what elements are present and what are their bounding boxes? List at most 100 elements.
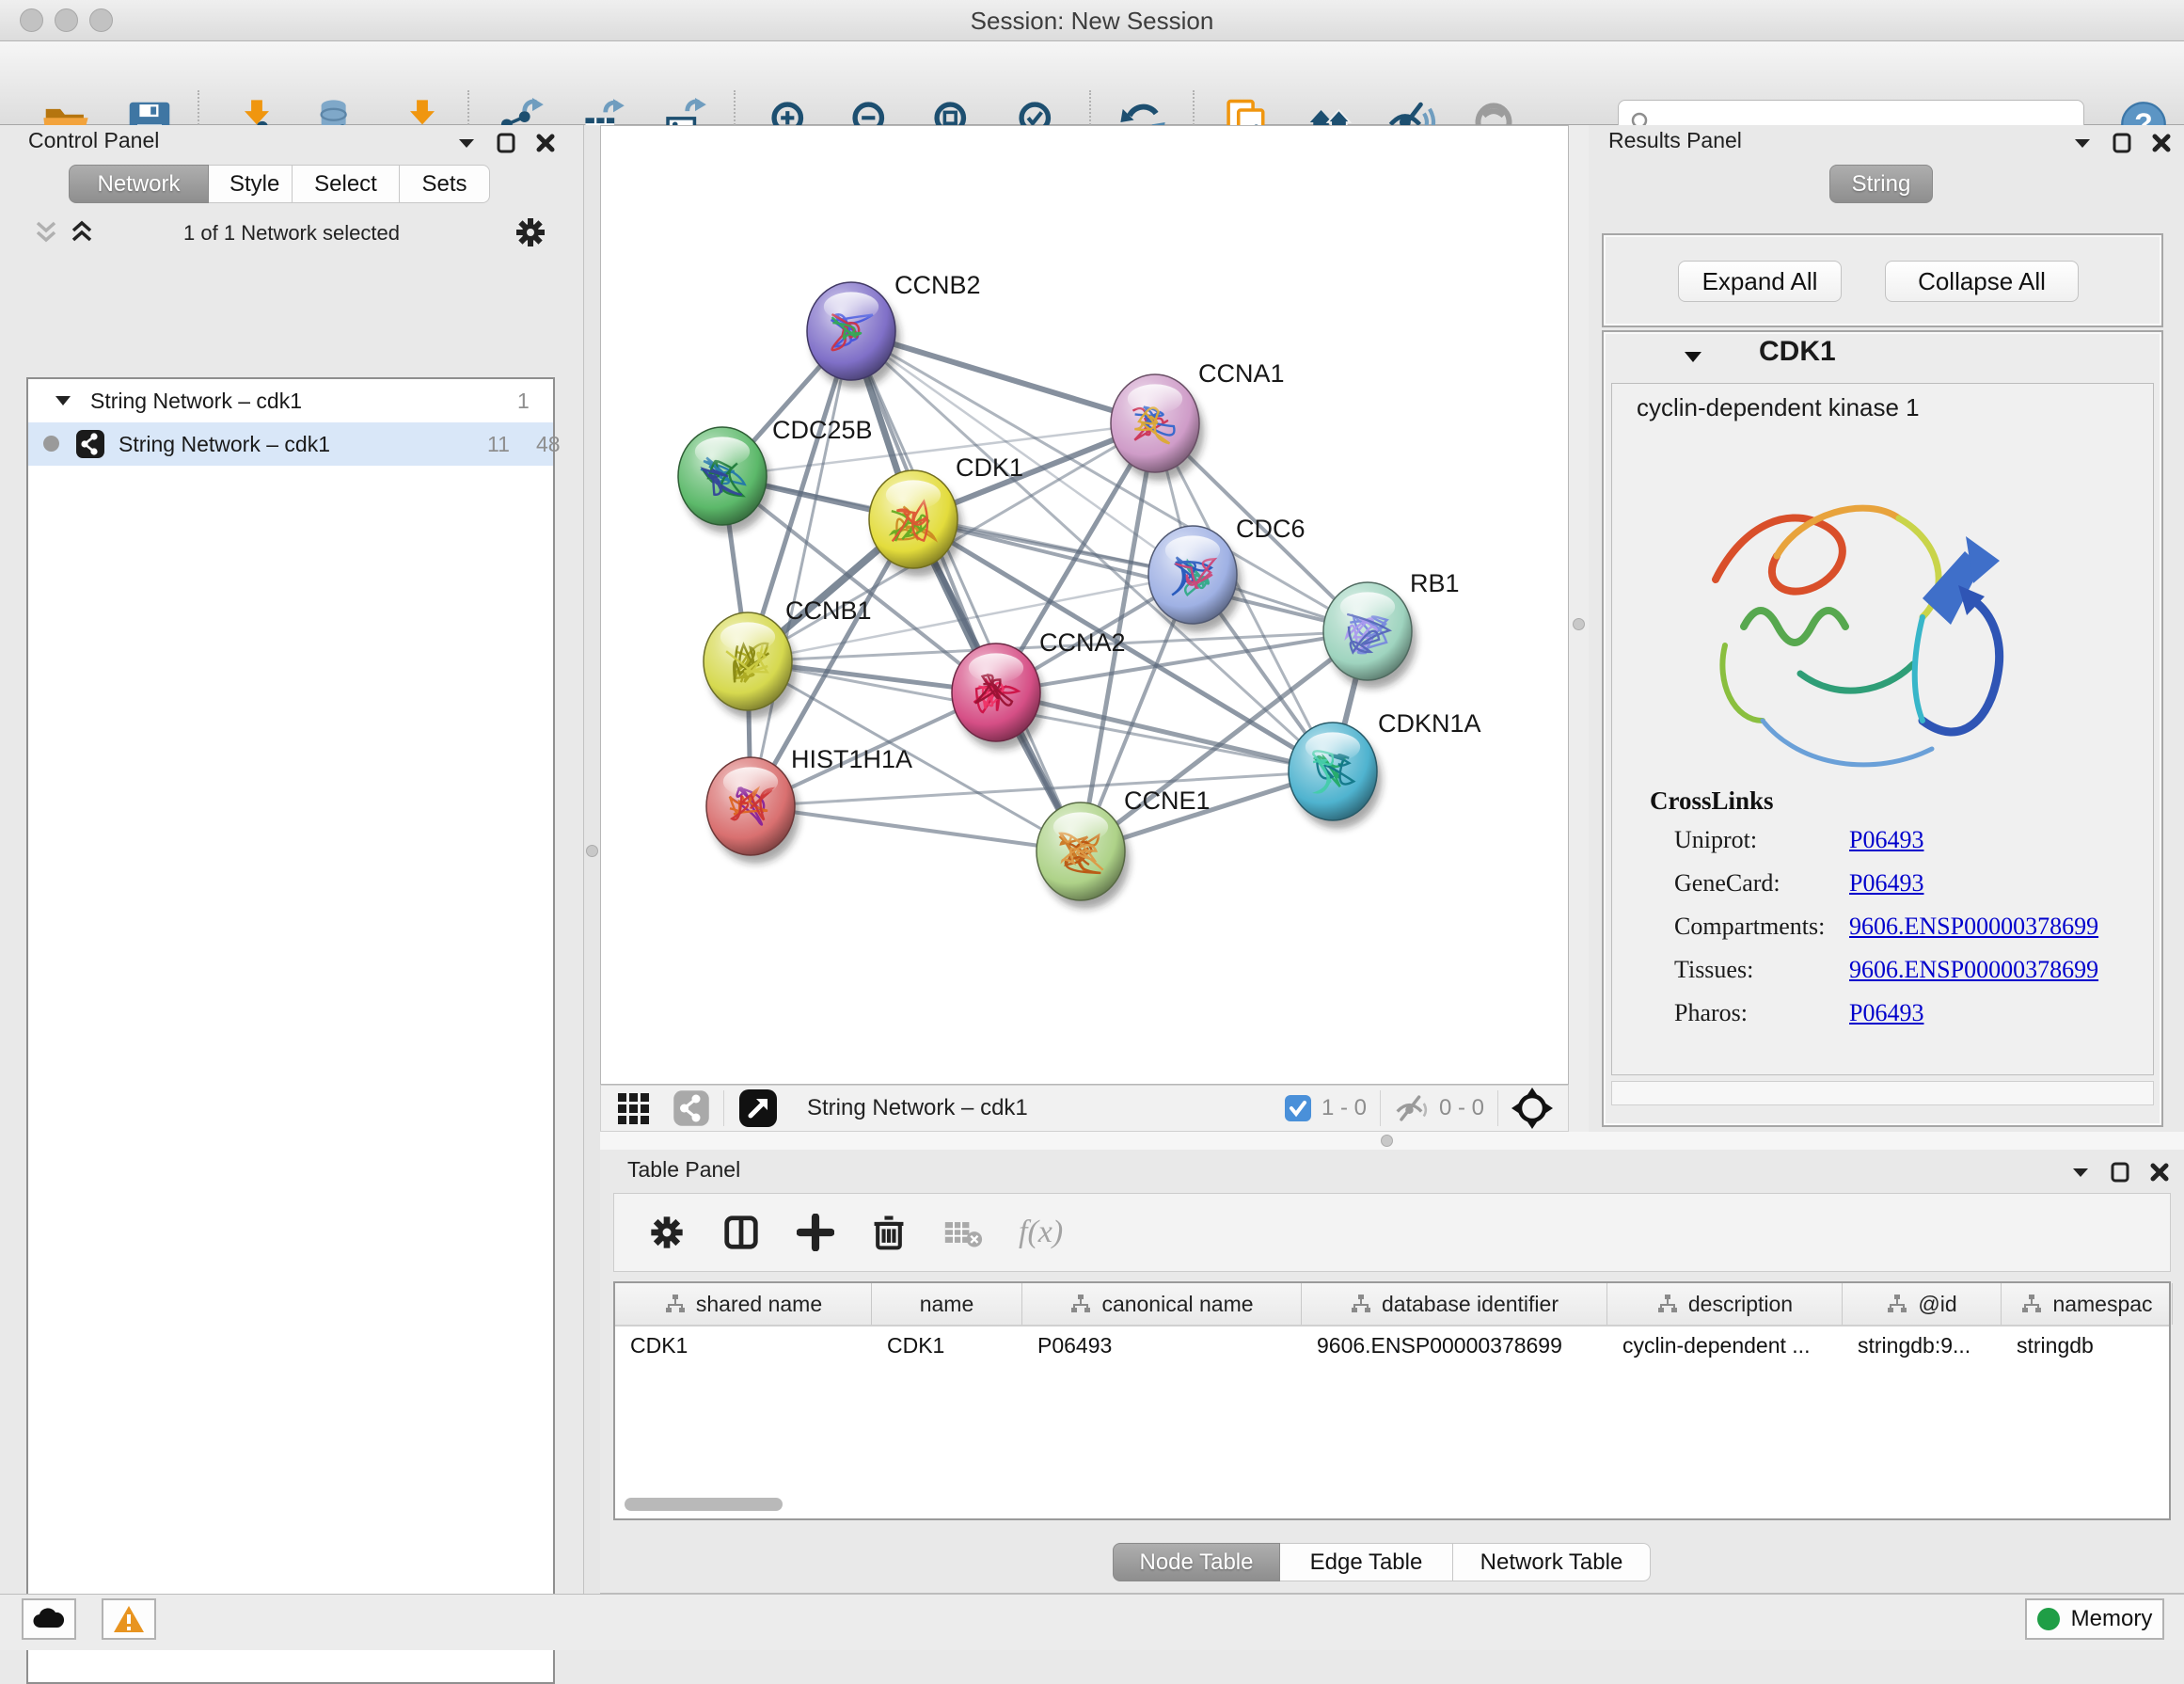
- splitter-handle[interactable]: [1573, 618, 1585, 630]
- tab-string[interactable]: String: [1829, 165, 1933, 203]
- fit-selected-crosshair-icon[interactable]: [1511, 1088, 1553, 1129]
- expand-all-button[interactable]: Expand All: [1678, 261, 1842, 302]
- network-graph[interactable]: CCNB2CCNA1CDC25BCDK1CDC6RB1CCNB1CCNA2CDK…: [601, 126, 1568, 1084]
- crosslink-value-link[interactable]: 9606.ENSP00000378699: [1849, 956, 2098, 984]
- vertical-splitter[interactable]: [584, 125, 600, 1594]
- collapse-all-button[interactable]: Collapse All: [1885, 261, 2079, 302]
- panel-close-icon[interactable]: [2152, 134, 2171, 152]
- network-share-icon[interactable]: [673, 1089, 710, 1127]
- column-header-name[interactable]: name: [872, 1283, 1022, 1325]
- tab-select[interactable]: Select: [293, 165, 400, 203]
- panel-close-icon[interactable]: [2150, 1163, 2169, 1182]
- tab-sets[interactable]: Sets: [400, 165, 490, 203]
- column-header-label: namespac: [2052, 1292, 2152, 1317]
- add-column-icon[interactable]: [797, 1214, 834, 1251]
- panel-float-icon[interactable]: [2111, 1162, 2129, 1183]
- column-header-label: database identifier: [1382, 1292, 1559, 1317]
- column-header-database-identifier[interactable]: database identifier: [1302, 1283, 1607, 1325]
- crosslink-value-link[interactable]: P06493: [1849, 999, 1923, 1027]
- show-columns-icon[interactable]: [721, 1213, 761, 1252]
- expand-all-networks-icon[interactable]: [70, 219, 94, 246]
- table-panel: Table Panel: [600, 1150, 2184, 1594]
- column-type-icon: [2020, 1293, 2043, 1315]
- panel-menu-icon[interactable]: [2073, 136, 2092, 150]
- crosslink-value-link[interactable]: P06493: [1849, 826, 1923, 854]
- section-collapse-icon[interactable]: [1683, 349, 1703, 364]
- panel-menu-icon[interactable]: [457, 136, 476, 150]
- table-cell[interactable]: CDK1: [872, 1327, 1022, 1364]
- network-node-CCNB2[interactable]: [807, 282, 900, 389]
- column-header-canonical-name[interactable]: canonical name: [1022, 1283, 1302, 1325]
- crosslink-label: Pharos:: [1674, 999, 1748, 1027]
- title-bar: Session: New Session: [0, 0, 2184, 41]
- column-header--id[interactable]: @id: [1843, 1283, 2002, 1325]
- table-cell[interactable]: CDK1: [615, 1327, 872, 1364]
- collapse-all-networks-icon[interactable]: [34, 219, 58, 246]
- scrollbar-thumb[interactable]: [625, 1498, 783, 1511]
- tab-node-table[interactable]: Node Table: [1113, 1543, 1280, 1581]
- network-edges: [722, 331, 1368, 851]
- splitter-handle[interactable]: [586, 845, 598, 857]
- warnings-button[interactable]: [102, 1598, 156, 1640]
- network-edge-HIST1H1A-CCNE1[interactable]: [751, 806, 1081, 851]
- memory-button[interactable]: Memory: [2025, 1598, 2164, 1640]
- cytoscape-window: { "window": { "title": "Session: New Ses…: [0, 0, 2184, 1650]
- birdseye-view-icon[interactable]: [737, 1088, 779, 1129]
- crosslink-row: Tissues:9606.ENSP00000378699: [1612, 956, 2155, 999]
- vertical-splitter-right[interactable]: [1569, 125, 1589, 1132]
- network-collection-row[interactable]: String Network – cdk1 1: [28, 379, 553, 422]
- crosslink-value-link[interactable]: P06493: [1849, 869, 1923, 898]
- table-cell[interactable]: cyclin-dependent ...: [1607, 1327, 1843, 1364]
- horizontal-splitter[interactable]: [600, 1132, 2184, 1150]
- network-node-CCNA1[interactable]: [1111, 374, 1204, 481]
- crosslink-row: GeneCard:P06493: [1612, 869, 2155, 913]
- horizontal-scrollbar[interactable]: [621, 1496, 2163, 1513]
- network-edge-CCNB2-HIST1H1A[interactable]: [751, 331, 851, 806]
- panel-menu-icon[interactable]: [2071, 1166, 2090, 1179]
- network-options-gear-icon[interactable]: [514, 215, 547, 249]
- panel-close-icon[interactable]: [536, 134, 555, 152]
- panel-float-icon[interactable]: [2113, 133, 2131, 153]
- network-list: String Network – cdk1 1 String Network –…: [26, 377, 555, 1684]
- statusbar-separator: [723, 1090, 724, 1126]
- table-cell[interactable]: P06493: [1022, 1327, 1302, 1364]
- tab-network-table[interactable]: Network Table: [1453, 1543, 1651, 1581]
- panel-float-icon[interactable]: [497, 133, 515, 153]
- network-edge-CCNB2-CCNE1[interactable]: [851, 331, 1081, 851]
- delete-column-icon[interactable]: [870, 1214, 908, 1251]
- network-node-CDC25B[interactable]: [678, 427, 771, 533]
- network-row-selected[interactable]: String Network – cdk1 11 48: [28, 422, 553, 466]
- network-node-CDKN1A[interactable]: [1289, 723, 1382, 829]
- crosslink-value-link[interactable]: 9606.ENSP00000378699: [1849, 913, 2098, 941]
- network-view-title: String Network – cdk1: [807, 1095, 1028, 1121]
- table-cell[interactable]: stringdb: [2002, 1327, 2173, 1364]
- column-header-label: canonical name: [1101, 1292, 1253, 1317]
- hidden-eye-icon[interactable]: [1394, 1092, 1430, 1124]
- table-settings-gear-icon[interactable]: [648, 1214, 686, 1251]
- cloud-status-button[interactable]: [22, 1598, 76, 1640]
- grid-view-icon[interactable]: [616, 1089, 654, 1127]
- column-header-namespac[interactable]: namespac: [2002, 1283, 2173, 1325]
- table-cell[interactable]: 9606.ENSP00000378699: [1302, 1327, 1607, 1364]
- column-header-description[interactable]: description: [1607, 1283, 1843, 1325]
- table-row[interactable]: CDK1CDK1P064939606.ENSP00000378699cyclin…: [615, 1327, 2169, 1364]
- tab-style[interactable]: Style: [209, 165, 293, 203]
- selected-checkbox-icon[interactable]: [1284, 1094, 1312, 1122]
- collection-collapse-icon[interactable]: [55, 394, 71, 407]
- network-node-RB1[interactable]: [1323, 582, 1416, 689]
- network-canvas[interactable]: CCNB2CCNA1CDC25BCDK1CDC6RB1CCNB1CCNA2CDK…: [600, 125, 1569, 1085]
- protein-description: cyclin-dependent kinase 1: [1637, 393, 1920, 422]
- network-edge-CCNA2-CDKN1A[interactable]: [996, 692, 1333, 771]
- network-node-CDK1[interactable]: [869, 470, 962, 577]
- column-header-shared-name[interactable]: shared name: [615, 1283, 872, 1325]
- tab-edge-table[interactable]: Edge Table: [1280, 1543, 1453, 1581]
- results-scroll-strip[interactable]: [1611, 1081, 2154, 1105]
- network-node-CCNA2[interactable]: [952, 643, 1045, 750]
- memory-label: Memory: [2071, 1606, 2153, 1632]
- splitter-handle[interactable]: [1381, 1135, 1393, 1147]
- table-cell[interactable]: stringdb:9...: [1843, 1327, 2002, 1364]
- network-node-CCNE1[interactable]: [1037, 802, 1130, 909]
- network-node-HIST1H1A[interactable]: [706, 757, 799, 864]
- column-type-icon: [664, 1293, 687, 1315]
- tab-network[interactable]: Network: [69, 165, 209, 203]
